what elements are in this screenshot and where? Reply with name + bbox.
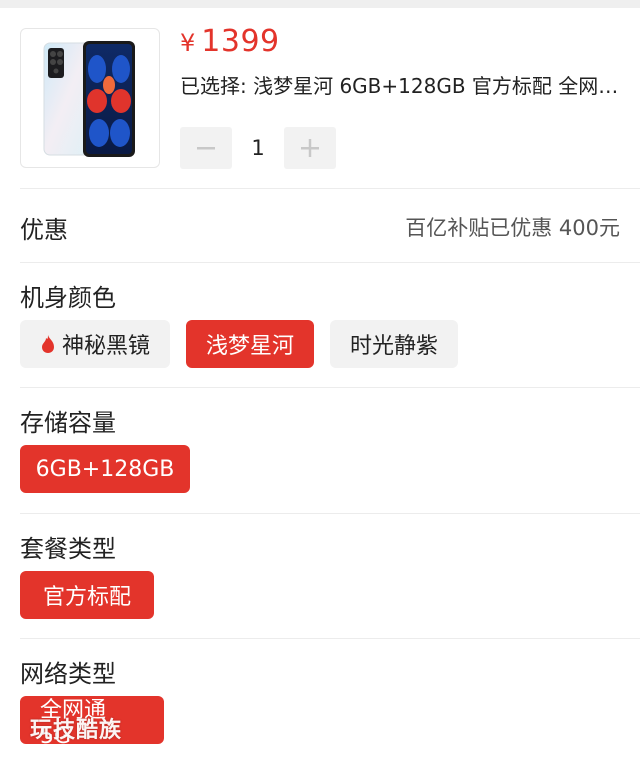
- quantity-stepper: 1: [180, 126, 336, 170]
- network-options: 全网通 5G: [20, 696, 164, 749]
- price-amount: 1399: [201, 24, 280, 59]
- quantity-value[interactable]: 1: [232, 136, 284, 160]
- divider: [20, 188, 640, 189]
- plus-icon: [301, 139, 319, 157]
- storage-section-title: 存储容量: [20, 409, 116, 437]
- network-option-5g[interactable]: 全网通 5G: [20, 696, 164, 749]
- increase-button[interactable]: [284, 127, 336, 169]
- color-option-dream-galaxy[interactable]: 浅梦星河: [186, 320, 315, 368]
- currency-symbol: ¥: [180, 29, 196, 57]
- promo-label: 优惠: [20, 216, 68, 244]
- storage-options: 6GB+128GB: [20, 445, 190, 493]
- chip-label: 全网通 5G: [40, 697, 107, 749]
- package-section-title: 套餐类型: [20, 535, 116, 563]
- fire-icon: [40, 334, 56, 354]
- selected-spec-text: 已选择: 浅梦星河 6GB+128GB 官方标配 全网通 5G: [180, 74, 620, 98]
- product-thumbnail[interactable]: [20, 28, 160, 168]
- promo-value[interactable]: 百亿补贴已优惠 400元: [405, 212, 620, 242]
- storage-option-6gb-128gb[interactable]: 6GB+128GB: [20, 445, 190, 493]
- price: ¥ 1399: [180, 24, 280, 59]
- color-options: 神秘黑镜 浅梦星河 时光静紫: [20, 320, 459, 368]
- top-strip: [0, 0, 640, 8]
- divider: [20, 262, 640, 263]
- package-option-official[interactable]: 官方标配: [20, 571, 154, 619]
- divider: [20, 387, 640, 388]
- phone-image: [43, 41, 135, 157]
- chip-label: 官方标配: [42, 585, 131, 610]
- chip-label: 时光静紫: [350, 334, 439, 359]
- minus-icon: [197, 147, 215, 150]
- chip-label: 浅梦星河: [206, 334, 295, 359]
- network-section-title: 网络类型: [20, 660, 116, 688]
- divider: [20, 638, 640, 639]
- color-option-mystic-black[interactable]: 神秘黑镜: [20, 320, 171, 368]
- chip-label: 神秘黑镜: [62, 334, 151, 359]
- color-section-title: 机身颜色: [20, 284, 116, 312]
- package-options: 官方标配: [20, 571, 154, 619]
- chip-label: 6GB+128GB: [35, 456, 175, 482]
- decrease-button[interactable]: [180, 127, 232, 169]
- divider: [20, 513, 640, 514]
- color-option-time-purple[interactable]: 时光静紫: [330, 320, 459, 368]
